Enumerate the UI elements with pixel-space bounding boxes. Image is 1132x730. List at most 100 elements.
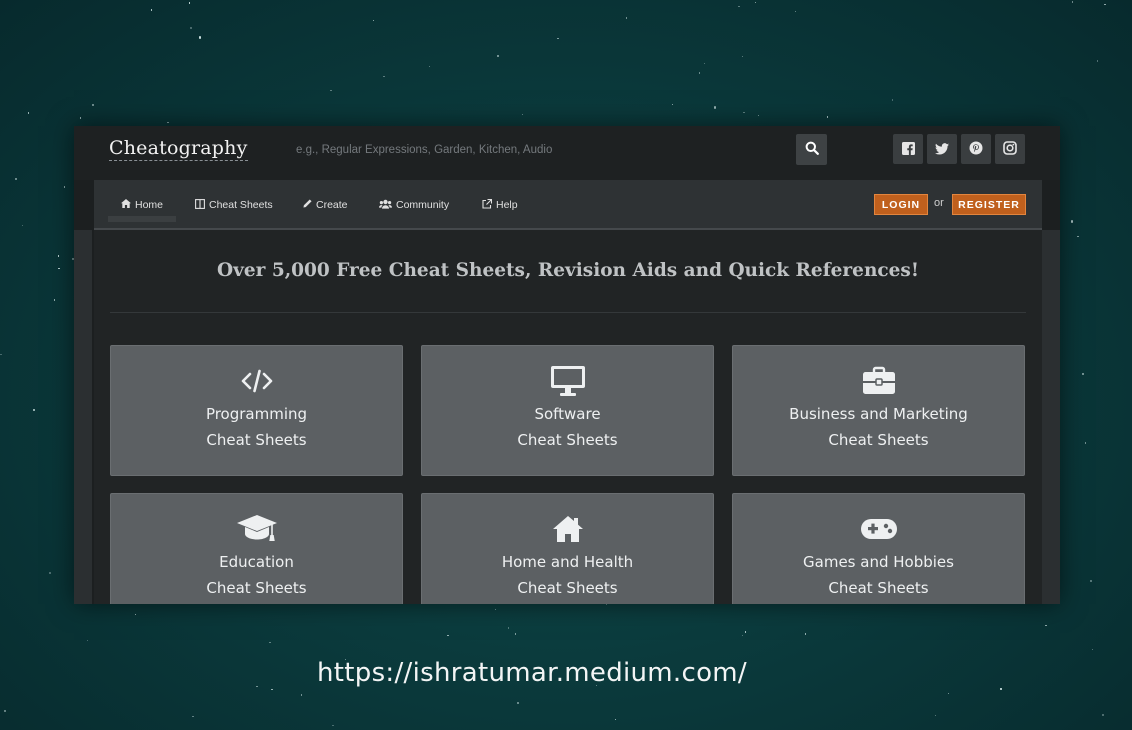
star [517, 702, 520, 705]
star [53, 299, 56, 301]
nav-home-label: Home [135, 199, 164, 211]
star [192, 715, 194, 717]
star [0, 353, 2, 356]
star [1070, 220, 1074, 223]
star [198, 36, 202, 39]
category-title: Business and Marketing [789, 405, 968, 423]
star [58, 267, 60, 270]
twitter-button[interactable] [927, 134, 957, 164]
star [1092, 648, 1094, 651]
star [754, 2, 757, 4]
star [495, 608, 497, 611]
category-subtitle: Cheat Sheets [206, 579, 307, 597]
star [741, 634, 744, 636]
star [507, 627, 509, 629]
site-logo[interactable]: Cheatography [109, 137, 248, 161]
category-subtitle: Cheat Sheets [517, 431, 618, 449]
star [1045, 624, 1047, 627]
external-link-icon [482, 198, 493, 212]
category-card-games-hobbies[interactable]: Games and Hobbies Cheat Sheets [732, 493, 1025, 604]
star [150, 9, 153, 11]
pinterest-icon [969, 140, 983, 159]
category-title: Games and Hobbies [803, 553, 954, 571]
star [330, 89, 332, 92]
star [521, 113, 524, 116]
instagram-button[interactable] [995, 134, 1025, 164]
star [757, 114, 760, 117]
search-input[interactable] [296, 138, 776, 162]
star [743, 111, 745, 114]
register-button[interactable]: REGISTER [952, 194, 1026, 215]
star [1000, 688, 1002, 690]
category-card-software[interactable]: Software Cheat Sheets [421, 345, 714, 476]
nav-create[interactable]: Create [303, 194, 348, 216]
star [64, 186, 66, 188]
star [372, 19, 375, 22]
headline-divider [110, 312, 1026, 313]
category-card-education[interactable]: Education Cheat Sheets [110, 493, 403, 604]
category-card-programming[interactable]: Programming Cheat Sheets [110, 345, 403, 476]
category-title: Software [534, 405, 601, 423]
star [33, 409, 35, 411]
facebook-button[interactable] [893, 134, 923, 164]
category-title: Education [219, 553, 294, 571]
nav-cheat-sheets[interactable]: Cheat Sheets [195, 194, 273, 216]
category-title: Programming [205, 405, 308, 423]
main-content: Over 5,000 Free Cheat Sheets, Revision A… [94, 230, 1042, 604]
twitter-icon [935, 140, 949, 159]
star [188, 2, 190, 4]
star [625, 17, 627, 19]
star [27, 112, 29, 114]
instagram-icon [1003, 140, 1017, 159]
star [826, 116, 828, 118]
star [934, 714, 937, 717]
left-gutter [74, 230, 92, 604]
star [21, 224, 24, 227]
star [271, 688, 273, 691]
pinterest-button[interactable] [961, 134, 991, 164]
star [671, 104, 674, 106]
briefcase-icon [862, 366, 896, 396]
footer-url: https://ishratumar.medium.com/ [317, 658, 747, 688]
login-button[interactable]: LOGIN [874, 194, 928, 215]
star [15, 178, 17, 180]
star [1084, 442, 1087, 444]
star [891, 99, 894, 101]
facebook-icon [901, 140, 915, 159]
star [1077, 235, 1079, 238]
star [300, 694, 303, 696]
site-header: Cheatography [74, 126, 1060, 180]
search-icon [805, 140, 819, 159]
page-headline: Over 5,000 Free Cheat Sheets, Revision A… [217, 260, 919, 281]
star [794, 10, 797, 12]
home-icon [121, 199, 131, 211]
star [1071, 1, 1073, 3]
star [87, 639, 89, 642]
monitor-icon [550, 366, 586, 396]
star [48, 571, 52, 575]
category-subtitle: Cheat Sheets [517, 579, 618, 597]
category-title: Home and Health [501, 553, 634, 571]
star [1104, 3, 1106, 6]
users-icon [379, 199, 392, 212]
search-button[interactable] [796, 134, 827, 165]
nav-cheat-sheets-label: Cheat Sheets [209, 199, 273, 211]
star [614, 718, 617, 721]
star [57, 255, 59, 257]
star [167, 121, 169, 123]
nav-community[interactable]: Community [379, 194, 449, 216]
star [269, 641, 271, 644]
star [514, 633, 517, 635]
right-gutter [1042, 230, 1060, 604]
nav-home[interactable]: Home [107, 194, 177, 222]
category-card-home-health[interactable]: Home and Health Cheat Sheets [421, 493, 714, 604]
star [1089, 579, 1093, 583]
star [698, 72, 701, 74]
graduation-cap-icon [236, 514, 278, 544]
nav-help[interactable]: Help [482, 194, 518, 216]
star [92, 104, 94, 106]
star [134, 613, 137, 615]
star [447, 634, 449, 637]
category-card-business-marketing[interactable]: Business and Marketing Cheat Sheets [732, 345, 1025, 476]
star [79, 117, 81, 119]
